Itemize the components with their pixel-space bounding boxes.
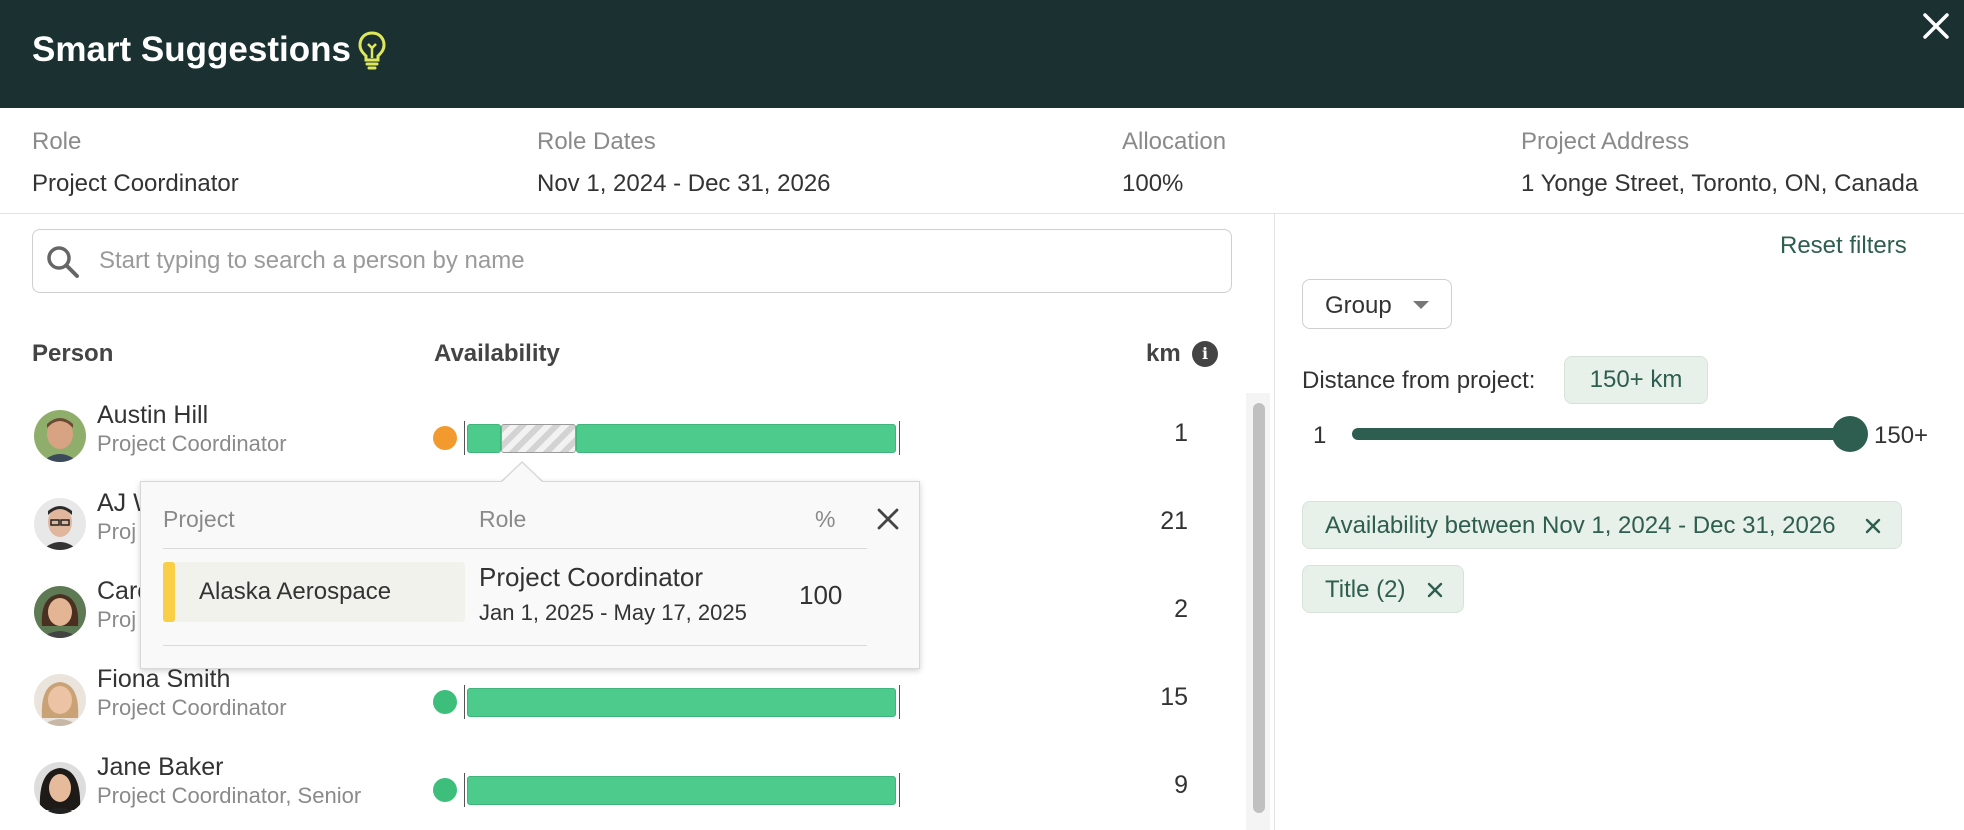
person-search[interactable]	[32, 229, 1232, 293]
person-title: Project Coordinator, Senior	[97, 783, 362, 808]
avatar	[34, 586, 86, 638]
availability-bar[interactable]	[464, 421, 900, 455]
person-name[interactable]: Jane Baker	[97, 753, 223, 782]
assignment-dates: Jan 1, 2025 - May 17, 2025	[479, 600, 747, 625]
list-scrollbar[interactable]	[1246, 393, 1270, 830]
person-name[interactable]: Austin Hill	[97, 401, 208, 430]
bar-start-tick	[464, 421, 465, 455]
group-dropdown-label: Group	[1325, 292, 1392, 319]
dialog-header: Smart Suggestions	[0, 0, 1964, 108]
assignment-role: Project Coordinator	[479, 562, 703, 592]
availability-bar[interactable]	[464, 773, 900, 807]
role-info: Role Project Coordinator	[32, 128, 239, 198]
avatar	[34, 674, 86, 726]
close-icon[interactable]	[1920, 10, 1952, 42]
available-segment	[467, 688, 896, 717]
available-segment	[467, 776, 896, 805]
available-segment	[467, 424, 501, 453]
person-column-header: Person	[32, 340, 114, 367]
bar-end-tick	[899, 773, 900, 807]
bar-start-tick	[464, 773, 465, 807]
lightbulb-icon	[358, 31, 386, 70]
project-color-swatch	[163, 562, 175, 622]
search-icon	[47, 246, 79, 278]
booked-segment[interactable]	[501, 424, 576, 453]
avatar	[34, 410, 86, 462]
availability-status-dot	[433, 778, 457, 802]
remove-filter-icon[interactable]	[1863, 516, 1883, 536]
bar-start-tick	[464, 685, 465, 719]
bar-end-tick	[899, 685, 900, 719]
distance-value-badge: 150+ km	[1564, 356, 1708, 404]
availability-status-dot	[433, 690, 457, 714]
availability-column-header: Availability	[434, 340, 560, 367]
reset-filters-link[interactable]: Reset filters	[1780, 232, 1907, 260]
info-icon[interactable]: i	[1192, 341, 1218, 367]
popover-divider	[163, 645, 867, 646]
popover-arrow-fill	[502, 463, 542, 482]
assignment-popover: Project Role % Alaska Aerospace Project …	[140, 481, 920, 669]
availability-bar[interactable]	[464, 685, 900, 719]
dialog-title: Smart Suggestions	[32, 30, 351, 69]
filter-chip-availability[interactable]: Availability between Nov 1, 2024 - Dec 3…	[1302, 501, 1902, 549]
role-value: Project Coordinator	[32, 170, 239, 197]
distance-km: 15	[1160, 683, 1188, 711]
person-title: Project Coordinator	[97, 431, 287, 456]
distance-label: Distance from project:	[1302, 367, 1536, 394]
role-dates-info: Role Dates Nov 1, 2024 - Dec 31, 2026	[537, 128, 831, 198]
filter-chip-label: Availability between Nov 1, 2024 - Dec 3…	[1325, 512, 1836, 539]
group-dropdown[interactable]: Group	[1302, 279, 1452, 329]
panel-divider	[1274, 214, 1275, 830]
person-title: Proj	[97, 519, 137, 544]
filter-chip-label: Title (2)	[1325, 576, 1406, 603]
popover-percent-header: %	[815, 506, 836, 532]
popover-project-header: Project	[163, 506, 235, 532]
assignment-percent: 100	[799, 580, 843, 610]
close-icon[interactable]	[875, 506, 901, 532]
role-dates-value: Nov 1, 2024 - Dec 31, 2026	[537, 170, 831, 197]
distance-slider-track[interactable]	[1352, 428, 1850, 440]
role-label: Role	[32, 128, 82, 155]
avatar	[34, 498, 86, 550]
person-title: Proj	[97, 607, 137, 632]
distance-km: 9	[1174, 771, 1188, 799]
remove-filter-icon[interactable]	[1425, 580, 1445, 600]
popover-role-header: Role	[479, 506, 527, 532]
km-column-header: km	[1146, 340, 1181, 367]
avatar	[34, 762, 86, 814]
person-row[interactable]: Austin Hill Project Coordinator 1	[0, 395, 1240, 483]
availability-status-dot	[433, 426, 457, 450]
project-name: Alaska Aerospace	[199, 578, 392, 605]
person-name[interactable]: Fiona Smith	[97, 665, 230, 694]
allocation-label: Allocation	[1122, 128, 1227, 155]
caret-down-icon	[1413, 301, 1429, 309]
allocation-info: Allocation 100%	[1122, 128, 1226, 198]
distance-km: 21	[1160, 507, 1188, 535]
person-title: Project Coordinator	[97, 695, 287, 720]
available-segment	[576, 424, 896, 453]
allocation-value: 100%	[1122, 170, 1184, 197]
project-address-value: 1 Yonge Street, Toronto, ON, Canada	[1521, 170, 1919, 197]
person-row[interactable]: Jane Baker Project Coordinator, Senior 9	[0, 747, 1240, 830]
slider-min-label: 1	[1313, 422, 1327, 449]
project-chip[interactable]: Alaska Aerospace	[163, 562, 465, 622]
slider-max-label: 150+	[1874, 422, 1929, 449]
project-address-info: Project Address 1 Yonge Street, Toronto,…	[1521, 128, 1918, 198]
filter-chip-title[interactable]: Title (2)	[1302, 565, 1464, 613]
role-info-row: Role Project Coordinator Role Dates Nov …	[0, 108, 1964, 214]
distance-km: 2	[1174, 595, 1188, 623]
person-row[interactable]: Fiona Smith Project Coordinator 15	[0, 659, 1240, 747]
search-input[interactable]	[99, 240, 1209, 282]
role-dates-label: Role Dates	[537, 128, 656, 155]
scrollbar-thumb[interactable]	[1253, 403, 1265, 813]
popover-divider	[163, 548, 867, 549]
project-address-label: Project Address	[1521, 128, 1690, 155]
distance-km: 1	[1174, 419, 1188, 447]
distance-slider-thumb[interactable]	[1832, 416, 1868, 452]
bar-end-tick	[899, 421, 900, 455]
